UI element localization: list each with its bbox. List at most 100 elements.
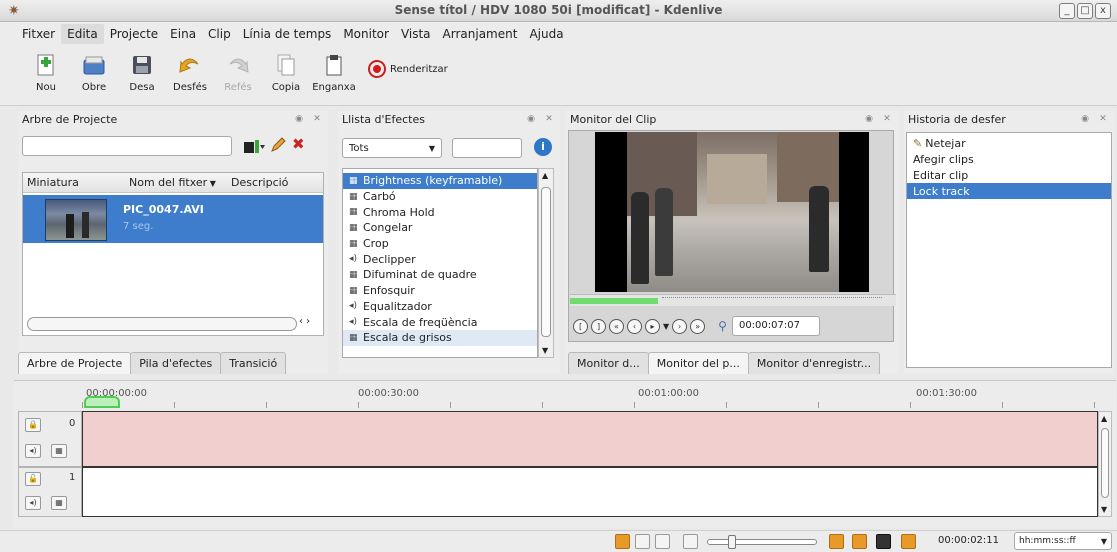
menu-projecte[interactable]: Projecte <box>104 24 164 44</box>
effect-item[interactable]: ▦ Carbó <box>343 189 537 205</box>
video-thumbs-icon[interactable] <box>876 534 891 549</box>
thumbnail-toggle-icon[interactable] <box>683 534 698 549</box>
video-track-0[interactable] <box>82 411 1098 467</box>
timecode-format-select[interactable]: hh:mm:ss::ff ▼ <box>1014 532 1112 550</box>
step-back-icon[interactable]: ‹ <box>627 318 642 334</box>
scroll-down-icon[interactable]: ▼ <box>542 346 548 355</box>
play-menu-chevron-icon[interactable]: ▼ <box>663 322 669 331</box>
close-button[interactable]: x <box>1095 3 1111 19</box>
info-icon[interactable]: i <box>534 138 552 156</box>
new-button[interactable]: Nou <box>22 52 70 93</box>
effect-item[interactable]: ▦ Difuminat de quadre <box>343 267 537 283</box>
menu-ajuda[interactable]: Ajuda <box>523 24 569 44</box>
scroll-thumb[interactable] <box>541 187 551 337</box>
hide-video-icon[interactable]: ▦ <box>51 444 67 458</box>
step-forward-icon[interactable]: › <box>672 318 688 334</box>
scroll-thumb[interactable] <box>1101 428 1109 498</box>
zoom-slider[interactable] <box>707 535 817 549</box>
zone-marker[interactable] <box>84 396 120 408</box>
effect-item[interactable]: ▦ Chroma Hold <box>343 204 537 220</box>
project-search-input[interactable] <box>22 136 232 156</box>
edit-clip-icon[interactable] <box>270 137 286 153</box>
open-button[interactable]: Obre <box>70 52 118 93</box>
monitor-position-bar[interactable] <box>570 294 896 306</box>
video-track-1[interactable] <box>82 467 1098 517</box>
zoom-icon[interactable]: ⚲ <box>718 319 727 333</box>
timeline-scrollbar[interactable]: ▲ ▼ <box>1098 411 1112 517</box>
effects-scrollbar[interactable]: ▲ ▼ <box>538 168 554 358</box>
history-item[interactable]: Afegir clips <box>907 151 1111 167</box>
select-tool-icon[interactable] <box>615 534 630 549</box>
horizontal-scrollbar[interactable] <box>27 317 297 331</box>
column-thumbnail[interactable]: Miniatura <box>23 176 125 189</box>
history-item[interactable]: Lock track <box>907 183 1111 199</box>
tab-transition[interactable]: Transició <box>220 352 287 374</box>
menu-linia-de-temps[interactable]: Línia de temps <box>237 24 338 44</box>
lock-track-icon[interactable]: 🔓 <box>25 472 41 486</box>
tab-record-monitor[interactable]: Monitor d'enregistr... <box>747 352 881 374</box>
copy-button[interactable]: Copia <box>262 52 310 93</box>
effect-item[interactable]: ◂) Declipper <box>343 251 537 267</box>
effect-item[interactable]: ▦ Congelar <box>343 220 537 236</box>
hide-video-icon[interactable]: ▦ <box>51 496 67 510</box>
scroll-up-icon[interactable]: ▲ <box>542 171 548 180</box>
menu-monitor[interactable]: Monitor <box>337 24 395 44</box>
scroll-arrows-icon[interactable]: ‹ › <box>299 316 310 327</box>
timeline-ruler[interactable]: 00:00:00:00 00:00:30:00 00:01:00:00 00:0… <box>82 384 1098 410</box>
effect-item[interactable]: ▦ Enfosquir <box>343 283 537 299</box>
effect-filter-select[interactable]: Tots ▼ <box>342 138 442 158</box>
close-dock-icon[interactable]: ✕ <box>880 114 894 124</box>
float-dock-icon[interactable]: ◉ <box>862 114 876 124</box>
scroll-down-icon[interactable]: ▼ <box>1101 505 1107 514</box>
menu-edita[interactable]: Edita <box>61 24 104 44</box>
effect-item[interactable]: ◂) Equalitzador <box>343 299 537 315</box>
spacer-tool-icon[interactable] <box>655 534 670 549</box>
tab-project-tree[interactable]: Arbre de Projecte <box>18 352 132 374</box>
mute-audio-icon[interactable]: ◂) <box>25 496 41 510</box>
float-dock-icon[interactable]: ◉ <box>292 114 306 124</box>
snap-icon[interactable] <box>829 534 844 549</box>
effect-item[interactable]: ▦ Crop <box>343 236 537 252</box>
column-description[interactable]: Descripció <box>227 176 288 189</box>
forward-icon[interactable]: » <box>690 318 706 334</box>
menu-eina[interactable]: Eina <box>164 24 202 44</box>
paste-button[interactable]: Enganxa <box>310 52 358 93</box>
maximize-button[interactable]: □ <box>1077 3 1093 19</box>
effect-item[interactable]: ◂) Escala de freqüència <box>343 314 537 330</box>
column-filename[interactable]: Nom del fitxer ▼ <box>125 176 227 189</box>
delete-clip-icon[interactable]: ✖ <box>292 136 308 152</box>
save-button[interactable]: Desa <box>118 52 166 93</box>
audio-thumbs-icon[interactable] <box>901 534 916 549</box>
tab-effect-stack[interactable]: Pila d'efectes <box>130 352 222 374</box>
play-icon[interactable]: ▸ <box>645 318 660 334</box>
tab-clip-monitor[interactable]: Monitor d... <box>568 352 649 374</box>
effect-search-input[interactable] <box>452 138 522 158</box>
redo-button[interactable]: Refés <box>214 52 262 93</box>
float-dock-icon[interactable]: ◉ <box>1078 114 1092 124</box>
add-clip-icon[interactable] <box>244 138 266 154</box>
video-preview[interactable] <box>595 132 869 292</box>
close-dock-icon[interactable]: ✕ <box>542 114 556 124</box>
razor-tool-icon[interactable] <box>635 534 650 549</box>
clip-row[interactable]: PIC_0047.AVI 7 seg. <box>23 195 323 243</box>
monitor-timecode[interactable]: 00:00:07:07 <box>731 316 820 336</box>
lock-track-icon[interactable]: 🔒 <box>25 418 41 432</box>
float-dock-icon[interactable]: ◉ <box>524 114 538 124</box>
close-dock-icon[interactable]: ✕ <box>310 114 324 124</box>
render-button[interactable]: Renderitzar <box>368 60 448 78</box>
set-zone-start-icon[interactable]: [ <box>573 318 588 334</box>
history-item[interactable]: ✎ Netejar <box>907 135 1111 151</box>
minimize-button[interactable]: _ <box>1059 3 1075 19</box>
effect-item[interactable]: ▦ Brightness (keyframable) <box>343 173 537 189</box>
history-item[interactable]: Editar clip <box>907 167 1111 183</box>
rewind-icon[interactable]: « <box>609 318 624 334</box>
menu-fitxer[interactable]: Fitxer <box>16 24 61 44</box>
scroll-up-icon[interactable]: ▲ <box>1101 414 1107 423</box>
mute-audio-icon[interactable]: ◂) <box>25 444 41 458</box>
menu-clip[interactable]: Clip <box>202 24 237 44</box>
menu-vista[interactable]: Vista <box>395 24 437 44</box>
ripple-icon[interactable] <box>852 534 867 549</box>
zoom-slider-handle[interactable] <box>728 535 736 549</box>
undo-button[interactable]: Desfés <box>166 52 214 93</box>
set-zone-end-icon[interactable]: ] <box>591 318 606 334</box>
